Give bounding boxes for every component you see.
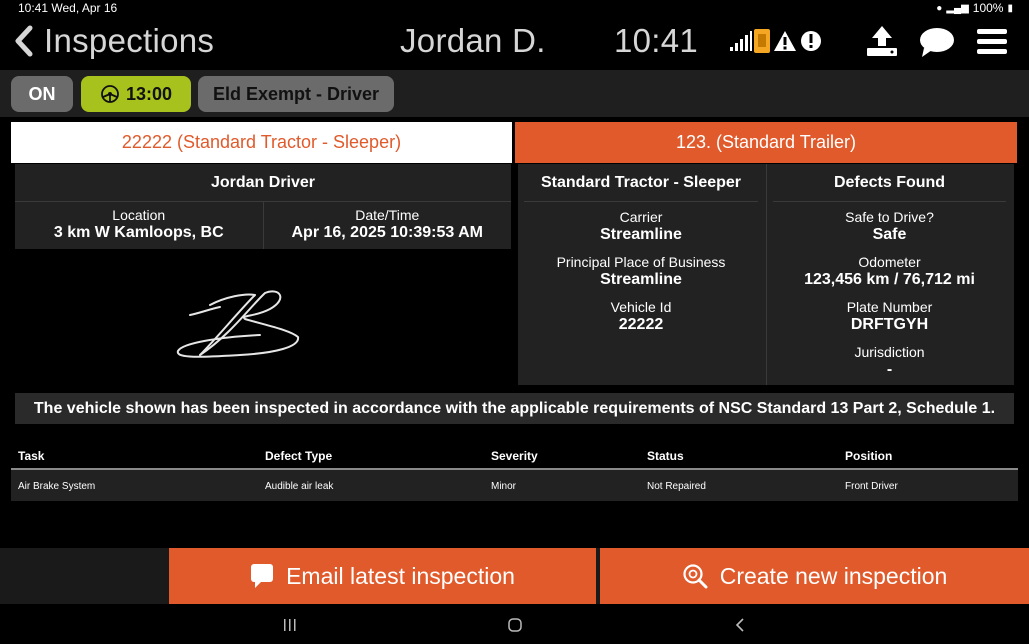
comment-icon [251,564,274,588]
plate-field: Plate Number DRFTGYH [767,299,1012,337]
driver-panel: Jordan Driver Location 3 km W Kamloops, … [15,164,511,249]
jurisdiction-value: - [886,361,893,378]
chevron-back-icon [735,618,744,632]
drive-timer: 13:00 [125,83,173,104]
plate-label: Plate Number [846,299,933,315]
alert-icon [801,31,821,51]
system-nav-bar [0,604,1029,644]
cell-status: Not Repaired [647,481,706,492]
defects-table: Task Defect Type Severity Status Positio… [11,441,1018,501]
recents-icon [284,619,296,631]
create-inspection-label: Create new inspection [719,562,948,589]
datetime-label: Date/Time [355,207,420,223]
vehicle-id-field: Vehicle Id 22222 [518,299,764,337]
defects-column: Defects Found Safe to Drive? Safe Odomet… [766,164,1012,385]
odometer-value: 123,456 km / 76,712 mi [804,271,975,288]
tab-trailer[interactable]: 123. (Standard Trailer) [515,122,1017,163]
messages-button[interactable] [918,26,956,63]
menu-button[interactable] [976,26,1008,61]
chevron-left-icon [15,25,33,57]
create-inspection-button[interactable]: Create new inspection [600,548,1029,604]
vehicle-info-panel: Standard Tractor - Sleeper Carrier Strea… [518,164,1014,385]
odometer-label: Odometer [858,254,921,270]
duty-status-button[interactable]: ON [11,76,73,112]
driver-signature [176,290,300,358]
email-inspection-label: Email latest inspection [286,562,515,589]
header-clock: 10:41 [614,22,699,59]
odometer-field: Odometer 123,456 km / 76,712 mi [767,254,1012,292]
driver-name: Jordan D. [400,22,546,59]
carrier-label: Carrier [619,209,663,225]
location-label: Location [112,207,166,223]
battery-level: 100% [972,1,1004,15]
exemption-button[interactable]: Eld Exempt - Driver [198,76,394,112]
app-header: Inspections Jordan D. 10:41 [0,16,1029,68]
cell-position: Front Driver [845,481,898,492]
battery-icon: ▮ [1007,2,1013,14]
connection-status [730,26,822,56]
column-header-status[interactable]: Status [647,449,684,463]
datetime-value: Apr 16, 2025 10:39:53 AM [291,224,483,241]
location-field: Location 3 km W Kamloops, BC [15,202,263,249]
home-icon [508,618,522,632]
column-header-severity[interactable]: Severity [491,449,538,463]
vehicle-details-column: Standard Tractor - Sleeper Carrier Strea… [518,164,764,385]
page-title: Inspections [44,22,215,59]
column-header-position[interactable]: Position [845,449,892,463]
safe-value: Safe [872,226,907,243]
plate-value: DRFTGYH [850,316,929,333]
action-bar: Email latest inspection Create new inspe… [0,548,1029,604]
drive-timer-button[interactable]: 13:00 [81,76,191,112]
column-header-defect-type[interactable]: Defect Type [265,449,332,463]
safe-field: Safe to Drive? Safe [767,209,1012,247]
email-inspection-button[interactable]: Email latest inspection [169,548,596,604]
cell-task: Air Brake System [18,481,96,492]
warning-icon [774,31,796,51]
home-button[interactable] [500,614,530,636]
jurisdiction-label: Jurisdiction [854,344,925,360]
datetime-field: Date/Time Apr 16, 2025 10:39:53 AM [262,202,512,249]
steering-wheel-icon [101,85,119,103]
upload-icon [867,26,897,56]
cell-severity: Minor [491,481,517,492]
ppb-field: Principal Place of Business Streamline [518,254,764,292]
status-right: ● ▂▄▆ 100% ▮ [936,1,1013,15]
duty-status-bar: ON 13:00 Eld Exempt - Driver [0,70,1029,117]
vehicle-id-value: 22222 [618,316,664,333]
vehicle-id-label: Vehicle Id [610,299,672,315]
status-bar: 10:41 Wed, Apr 16 ● ▂▄▆ 100% ▮ [0,0,1029,16]
back-button[interactable]: Inspections [10,22,214,60]
ppb-label: Principal Place of Business [556,254,726,270]
column-header-task[interactable]: Task [18,449,44,463]
cell-defect-type: Audible air leak [265,481,334,492]
sim-icon [754,29,770,53]
signal-icon [730,31,752,51]
search-inspection-icon [683,564,708,589]
location-value: 3 km W Kamloops, BC [53,224,224,241]
chat-icon [920,28,954,57]
recents-button[interactable] [275,614,305,636]
lte-signal-icon: ▂▄▆ [946,2,969,14]
status-time-date: 10:41 Wed, Apr 16 [18,1,118,15]
menu-icon [977,29,1007,54]
carrier-value: Streamline [600,226,682,243]
carrier-field: Carrier Streamline [518,209,764,247]
defects-heading: Defects Found [773,164,1006,202]
back-nav-button[interactable] [725,614,755,636]
vehicle-type-heading: Standard Tractor - Sleeper [524,164,758,202]
ppb-value: Streamline [600,271,682,288]
location-icon: ● [936,2,943,14]
upload-button[interactable] [864,24,900,63]
tab-tractor[interactable]: 22222 (Standard Tractor - Sleeper) [11,122,512,163]
driver-full-name: Jordan Driver [15,164,511,202]
jurisdiction-field: Jurisdiction - [767,344,1012,382]
table-header: Task Defect Type Severity Status Positio… [11,441,1018,470]
table-row[interactable]: Air Brake System Audible air leak Minor … [11,470,1018,501]
compliance-statement: The vehicle shown has been inspected in … [15,393,1014,424]
safe-label: Safe to Drive? [845,209,934,225]
